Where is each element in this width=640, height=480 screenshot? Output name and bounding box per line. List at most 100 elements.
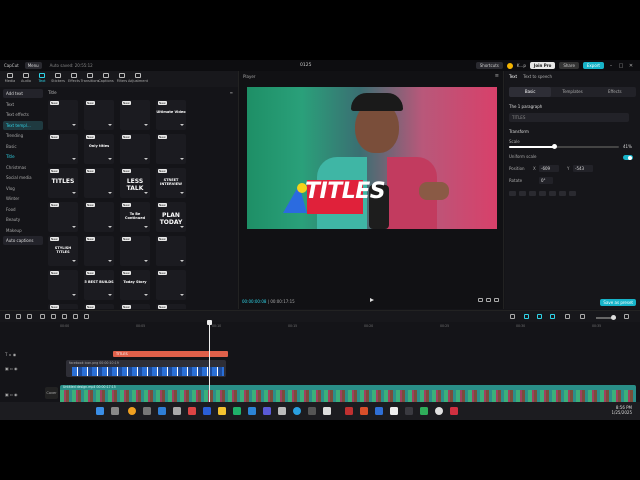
tab-transitions[interactable]: Transitions (81, 71, 99, 87)
download-icon[interactable] (180, 192, 184, 196)
template-tile[interactable]: New (120, 236, 150, 266)
minimize-icon[interactable]: – (608, 63, 614, 69)
template-tile[interactable]: New STREET INTERVIEW (156, 168, 186, 198)
template-tile[interactable]: New To Be Continued (120, 202, 150, 232)
category-item[interactable]: Trending (3, 131, 43, 140)
app-icon-10[interactable] (345, 407, 353, 415)
tab-text[interactable]: Text (509, 74, 517, 79)
save-preset-button[interactable]: Save as preset (600, 299, 636, 306)
template-tile[interactable]: New (156, 270, 186, 300)
app-icon-4[interactable] (233, 407, 241, 415)
template-tile[interactable]: New (48, 304, 78, 309)
category-item[interactable]: Winter (3, 194, 43, 203)
menu-button[interactable]: Menu (24, 62, 42, 69)
category-item[interactable]: Vlog (3, 184, 43, 193)
zoom-slider-knob[interactable] (611, 315, 616, 320)
app-icon-9[interactable] (323, 407, 331, 415)
template-tile[interactable]: New (120, 304, 150, 309)
app-icon-16[interactable] (450, 407, 458, 415)
category-item[interactable]: Christmas (3, 163, 43, 172)
app-icon-3[interactable] (203, 407, 211, 415)
template-tile[interactable]: New STYLISH TITLES (48, 236, 78, 266)
text-clip[interactable]: TITLES (113, 351, 228, 357)
download-icon[interactable] (108, 226, 112, 230)
app-icon-8[interactable] (308, 407, 316, 415)
join-pro-button[interactable]: Join Pro (529, 62, 556, 69)
edge-icon[interactable] (293, 407, 301, 415)
app-icon-13[interactable] (405, 407, 413, 415)
download-icon[interactable] (180, 260, 184, 264)
overlay-clip[interactable]: facebook icon.png 00:00:10:19 (66, 360, 226, 377)
download-icon[interactable] (144, 294, 148, 298)
download-icon[interactable] (108, 294, 112, 298)
ratio-icon[interactable] (486, 298, 491, 302)
download-icon[interactable] (180, 124, 184, 128)
tab-captions[interactable]: Captions (98, 71, 114, 87)
scale-slider[interactable] (509, 144, 619, 149)
distribute-icon[interactable] (569, 191, 576, 196)
export-button[interactable]: Export (582, 62, 604, 69)
download-icon[interactable] (72, 158, 76, 162)
download-icon[interactable] (72, 124, 76, 128)
position-y-field[interactable]: -543 (573, 165, 593, 172)
category-item[interactable]: Food (3, 205, 43, 214)
tab-text-to-speech[interactable]: Text to speech (523, 74, 552, 79)
tab-stickers[interactable]: Stickers (51, 71, 65, 87)
tab-effects[interactable]: Effects (67, 71, 81, 87)
template-tile[interactable]: New LESS TALK (120, 168, 150, 198)
download-icon[interactable] (144, 226, 148, 230)
avatar[interactable] (506, 62, 513, 69)
app-icon-11[interactable] (360, 407, 368, 415)
chrome-icon[interactable] (128, 407, 136, 415)
mask-icon[interactable] (84, 314, 89, 319)
subtab-templates[interactable]: Templates (551, 87, 593, 97)
tab-filters[interactable]: Filters (115, 71, 129, 87)
play-icon[interactable] (370, 298, 374, 302)
vscode-icon[interactable] (375, 407, 383, 415)
download-icon[interactable] (108, 124, 112, 128)
template-tile[interactable]: New 5 BEST BUILDS (84, 270, 114, 300)
main-track-controls-icon[interactable]: ▣ ▫ ◉ (5, 392, 18, 397)
download-icon[interactable] (72, 192, 76, 196)
download-icon[interactable] (72, 294, 76, 298)
crop-icon[interactable] (478, 298, 483, 302)
template-tile[interactable]: New Only titles (84, 134, 114, 164)
category-item[interactable]: Makeup (3, 226, 43, 235)
title-overlay-text[interactable]: TITLES (305, 179, 386, 204)
file-explorer-icon[interactable] (218, 407, 226, 415)
template-tile[interactable]: New (84, 236, 114, 266)
download-icon[interactable] (108, 192, 112, 196)
category-item[interactable]: Title (3, 152, 43, 161)
template-tile[interactable]: NewBACK (156, 304, 186, 309)
tab-media[interactable]: Media (3, 71, 17, 87)
template-tile[interactable]: New Ultimate Video (156, 100, 186, 130)
player-menu-icon[interactable]: ≡ (495, 73, 499, 79)
template-tile[interactable]: New (120, 134, 150, 164)
share-button[interactable]: Share (559, 62, 579, 69)
filter-icon[interactable]: ≡ (230, 90, 233, 95)
user-name[interactable]: K...p (517, 63, 526, 68)
zoom-out-icon[interactable] (580, 314, 585, 319)
app-icon-2[interactable] (188, 407, 196, 415)
category-item[interactable]: Text templ... (3, 120, 43, 130)
maximize-icon[interactable]: □ (618, 63, 624, 69)
template-tile[interactable]: New (84, 168, 114, 198)
video-preview[interactable]: TITLES (247, 87, 497, 229)
category-item[interactable]: Auto captions (3, 236, 43, 245)
rotate-field[interactable]: 0° (539, 177, 553, 184)
zoom-fit-icon[interactable] (565, 314, 570, 319)
app-icon-14[interactable] (420, 407, 428, 415)
preview-axis-icon[interactable] (550, 314, 555, 319)
zoom-in-icon[interactable] (624, 314, 629, 319)
tab-adjustment[interactable]: Adjustment (128, 71, 148, 87)
align-left-icon[interactable] (509, 191, 516, 196)
magnet-icon[interactable] (524, 314, 529, 319)
template-tile[interactable]: New (156, 236, 186, 266)
search-icon[interactable] (111, 407, 119, 415)
cover-button[interactable]: Cover (45, 387, 58, 399)
download-icon[interactable] (108, 260, 112, 264)
tab-audio[interactable]: Audio (19, 71, 33, 87)
template-tile[interactable]: New PLAN TODAY (156, 202, 186, 232)
playhead-handle[interactable] (207, 320, 212, 325)
template-tile[interactable]: New (84, 100, 114, 130)
